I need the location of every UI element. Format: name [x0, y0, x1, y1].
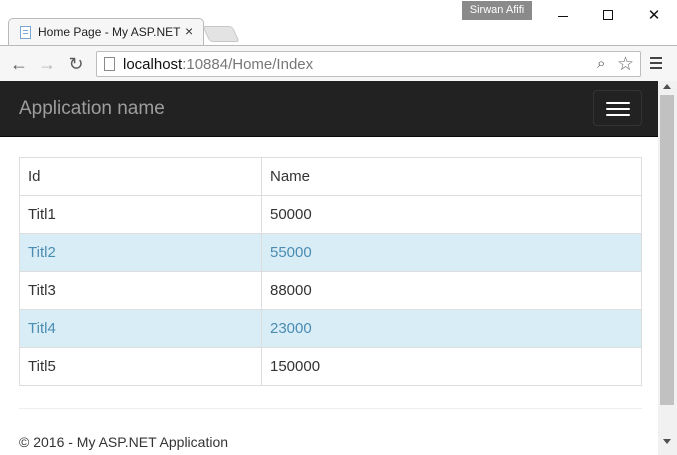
table-row: Titl3 88000 [19, 271, 642, 310]
browser-titlebar: Sirwan Afifi ✕ Home Page - My ASP.NET × [0, 0, 677, 45]
cell-name: 88000 [261, 271, 642, 310]
new-tab-button[interactable] [202, 26, 240, 42]
url-host: localhost [123, 56, 183, 73]
cell-name: 55000 [261, 233, 642, 272]
forward-arrow-icon[interactable]: → [36, 53, 58, 75]
scroll-down-arrow-icon[interactable] [663, 439, 671, 444]
table-row: Titl2 55000 [19, 233, 642, 272]
cell-name: 23000 [261, 309, 642, 348]
scroll-up-arrow-icon[interactable] [663, 84, 671, 89]
cell-id: Titl3 [19, 271, 262, 310]
hamburger-menu-button[interactable] [593, 90, 642, 126]
browser-tab[interactable]: Home Page - My ASP.NET × [8, 18, 204, 45]
address-bar[interactable]: localhost:10884/Home/Index ⌕ ☆ [96, 51, 641, 77]
page-info-icon[interactable] [104, 57, 115, 71]
reload-icon[interactable]: ↻ [65, 53, 87, 75]
vertical-scrollbar[interactable] [658, 81, 677, 455]
zoom-icon[interactable]: ⌕ [597, 55, 605, 72]
cell-id: Titl1 [19, 195, 262, 234]
column-header-name: Name [261, 157, 642, 196]
table-row: Titl5 150000 [19, 347, 642, 386]
bookmark-star-icon[interactable]: ☆ [617, 53, 634, 76]
maximize-button[interactable] [585, 0, 631, 30]
data-table: Id Name Titl1 50000 Titl2 55000 Titl3 88… [19, 157, 642, 386]
url-text[interactable]: localhost:10884/Home/Index [123, 56, 313, 73]
table-header-row: Id Name [19, 157, 642, 196]
page-favicon-icon [20, 26, 31, 39]
cell-id: Titl4 [19, 309, 262, 348]
tab-title: Home Page - My ASP.NET [38, 25, 181, 39]
browser-toolbar: ← → ↻ localhost:10884/Home/Index ⌕ ☆ [0, 45, 677, 81]
url-path: :10884/Home/Index [182, 56, 314, 73]
minimize-button[interactable] [540, 0, 586, 30]
back-arrow-icon[interactable]: ← [8, 53, 30, 75]
maximize-icon [603, 10, 613, 20]
minimize-icon [558, 15, 568, 17]
brand-link[interactable]: Application name [19, 98, 165, 120]
page-viewport: Application name Id Name Titl1 50000 Tit… [0, 81, 658, 455]
browser-menu-icon[interactable] [650, 57, 664, 71]
cell-name: 150000 [261, 347, 642, 386]
cell-name: 50000 [261, 195, 642, 234]
close-window-button[interactable]: ✕ [631, 0, 677, 30]
cell-id: Titl2 [19, 233, 262, 272]
tab-close-icon[interactable]: × [185, 24, 193, 38]
column-header-id: Id [19, 157, 262, 196]
hamburger-bar [606, 102, 630, 104]
close-icon: ✕ [647, 7, 661, 24]
footer-text: © 2016 - My ASP.NET Application [19, 434, 229, 450]
hamburger-bar [606, 114, 630, 116]
table-row: Titl1 50000 [19, 195, 642, 234]
scrollbar-thumb[interactable] [660, 95, 674, 405]
profile-badge[interactable]: Sirwan Afifi [462, 1, 532, 20]
cell-id: Titl5 [19, 347, 262, 386]
hamburger-bar [606, 108, 630, 110]
table-row: Titl4 23000 [19, 309, 642, 348]
site-navbar: Application name [0, 81, 658, 137]
footer-divider [19, 408, 642, 409]
